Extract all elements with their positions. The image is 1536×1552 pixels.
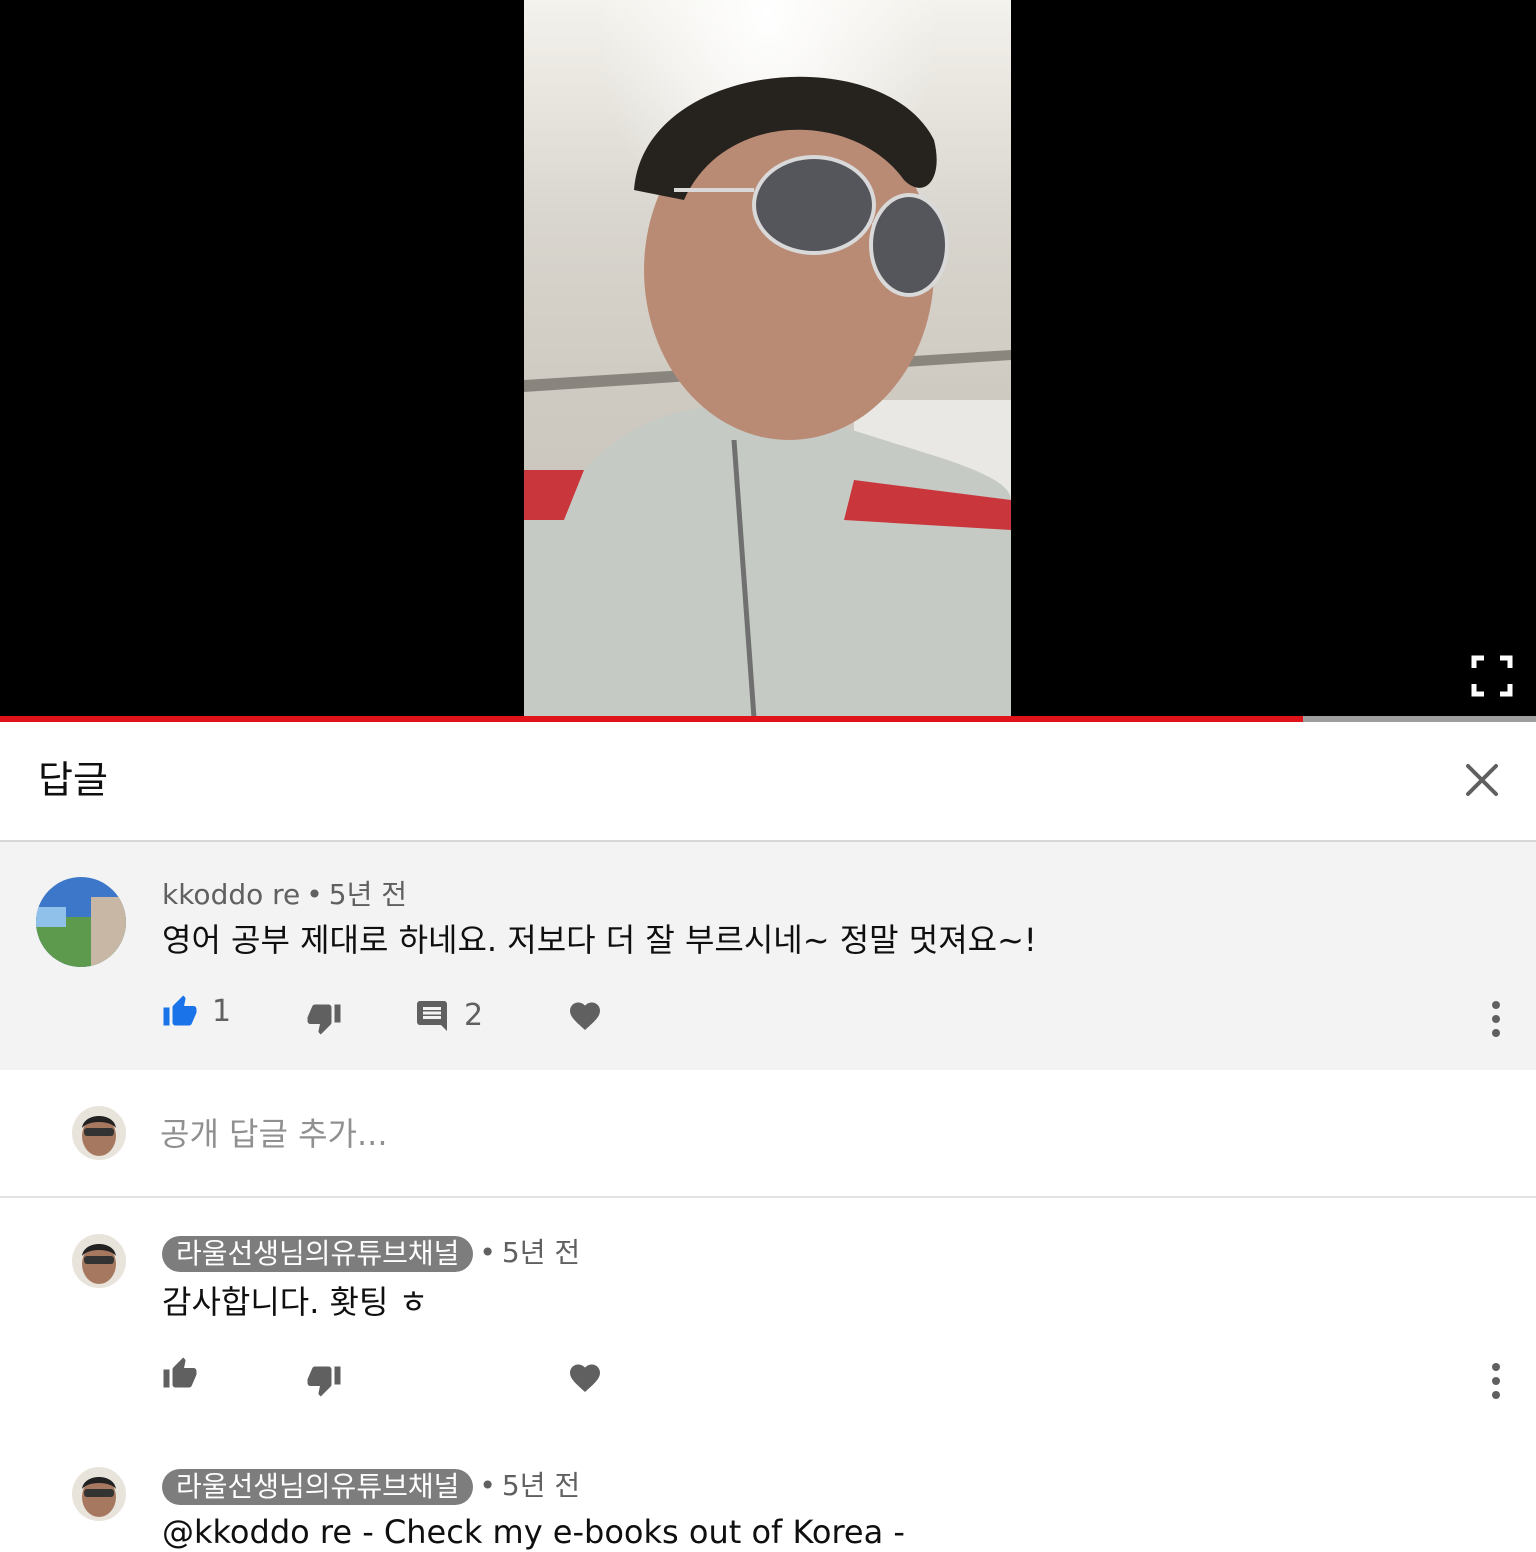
video-frame-image bbox=[524, 0, 1011, 718]
reply-text: 감사합니다. 홧팅 ㅎ bbox=[162, 1283, 429, 1321]
close-button[interactable] bbox=[1458, 756, 1506, 804]
fullscreen-icon bbox=[1471, 655, 1513, 697]
heart-button[interactable] bbox=[567, 998, 603, 1034]
comment-time[interactable]: 5년 전 bbox=[329, 878, 407, 911]
owner-author-badge[interactable]: 라울선생님의유튜브채널 bbox=[162, 1469, 474, 1505]
like-button[interactable] bbox=[162, 1356, 198, 1392]
avatar-image bbox=[36, 877, 126, 967]
comment-author[interactable]: kkoddo re bbox=[162, 878, 300, 911]
like-count: 1 bbox=[212, 994, 232, 1029]
avatar[interactable] bbox=[72, 1234, 126, 1288]
dislike-button[interactable] bbox=[306, 1362, 342, 1398]
heart-icon bbox=[570, 1364, 600, 1393]
user-avatar-image bbox=[72, 1106, 126, 1160]
fullscreen-button[interactable] bbox=[1470, 654, 1514, 698]
thumbs-up-icon bbox=[163, 1357, 197, 1388]
owner-author-badge[interactable]: 라울선생님의유튜브채널 bbox=[162, 1236, 474, 1272]
comment-meta: kkoddo re • 5년 전 bbox=[162, 878, 407, 912]
video-player[interactable] bbox=[0, 0, 1536, 718]
meta-separator: • bbox=[479, 1469, 496, 1502]
dislike-button[interactable] bbox=[306, 1000, 342, 1036]
video-frame bbox=[524, 0, 1011, 718]
more-options-icon[interactable] bbox=[1486, 998, 1506, 1037]
owner-avatar-image bbox=[72, 1234, 126, 1288]
reply-input[interactable] bbox=[160, 1112, 1460, 1156]
thumbs-down-icon bbox=[307, 1004, 341, 1035]
replies-header: 답글 bbox=[0, 722, 1536, 842]
meta-separator: • bbox=[306, 878, 323, 911]
comment-icon bbox=[417, 1001, 447, 1031]
parent-comment: kkoddo re • 5년 전 영어 공부 제대로 하네요. 저보다 더 잘 부르… bbox=[0, 842, 1536, 1070]
reply-count: 2 bbox=[464, 998, 484, 1033]
reply-text: @kkoddo re - Check my e-books out of Kor… bbox=[162, 1513, 905, 1551]
reply-meta: 라울선생님의유튜브채널 • 5년 전 bbox=[162, 1469, 580, 1505]
avatar[interactable] bbox=[72, 1467, 126, 1521]
heart-icon bbox=[570, 1002, 600, 1031]
reply-count-button[interactable]: 2 bbox=[414, 998, 483, 1034]
replies-title: 답글 bbox=[38, 758, 108, 802]
avatar[interactable] bbox=[36, 877, 126, 967]
avatar bbox=[72, 1106, 126, 1160]
meta-separator: • bbox=[479, 1236, 496, 1269]
heart-button[interactable] bbox=[567, 1360, 603, 1396]
comment-text: 영어 공부 제대로 하네요. 저보다 더 잘 부르시네~ 정말 멋져요~! bbox=[162, 921, 1037, 959]
thumbs-down-icon bbox=[307, 1366, 341, 1397]
reply-meta: 라울선생님의유튜브채널 • 5년 전 bbox=[162, 1236, 580, 1272]
like-button[interactable]: 1 bbox=[162, 994, 231, 1030]
add-reply-row bbox=[0, 1070, 1536, 1198]
owner-avatar-image bbox=[72, 1467, 126, 1521]
thumbs-up-icon bbox=[163, 995, 197, 1026]
reply-time[interactable]: 5년 전 bbox=[502, 1236, 580, 1269]
close-icon bbox=[1466, 764, 1498, 796]
more-options-icon[interactable] bbox=[1486, 1360, 1506, 1399]
reply-time[interactable]: 5년 전 bbox=[502, 1469, 580, 1502]
